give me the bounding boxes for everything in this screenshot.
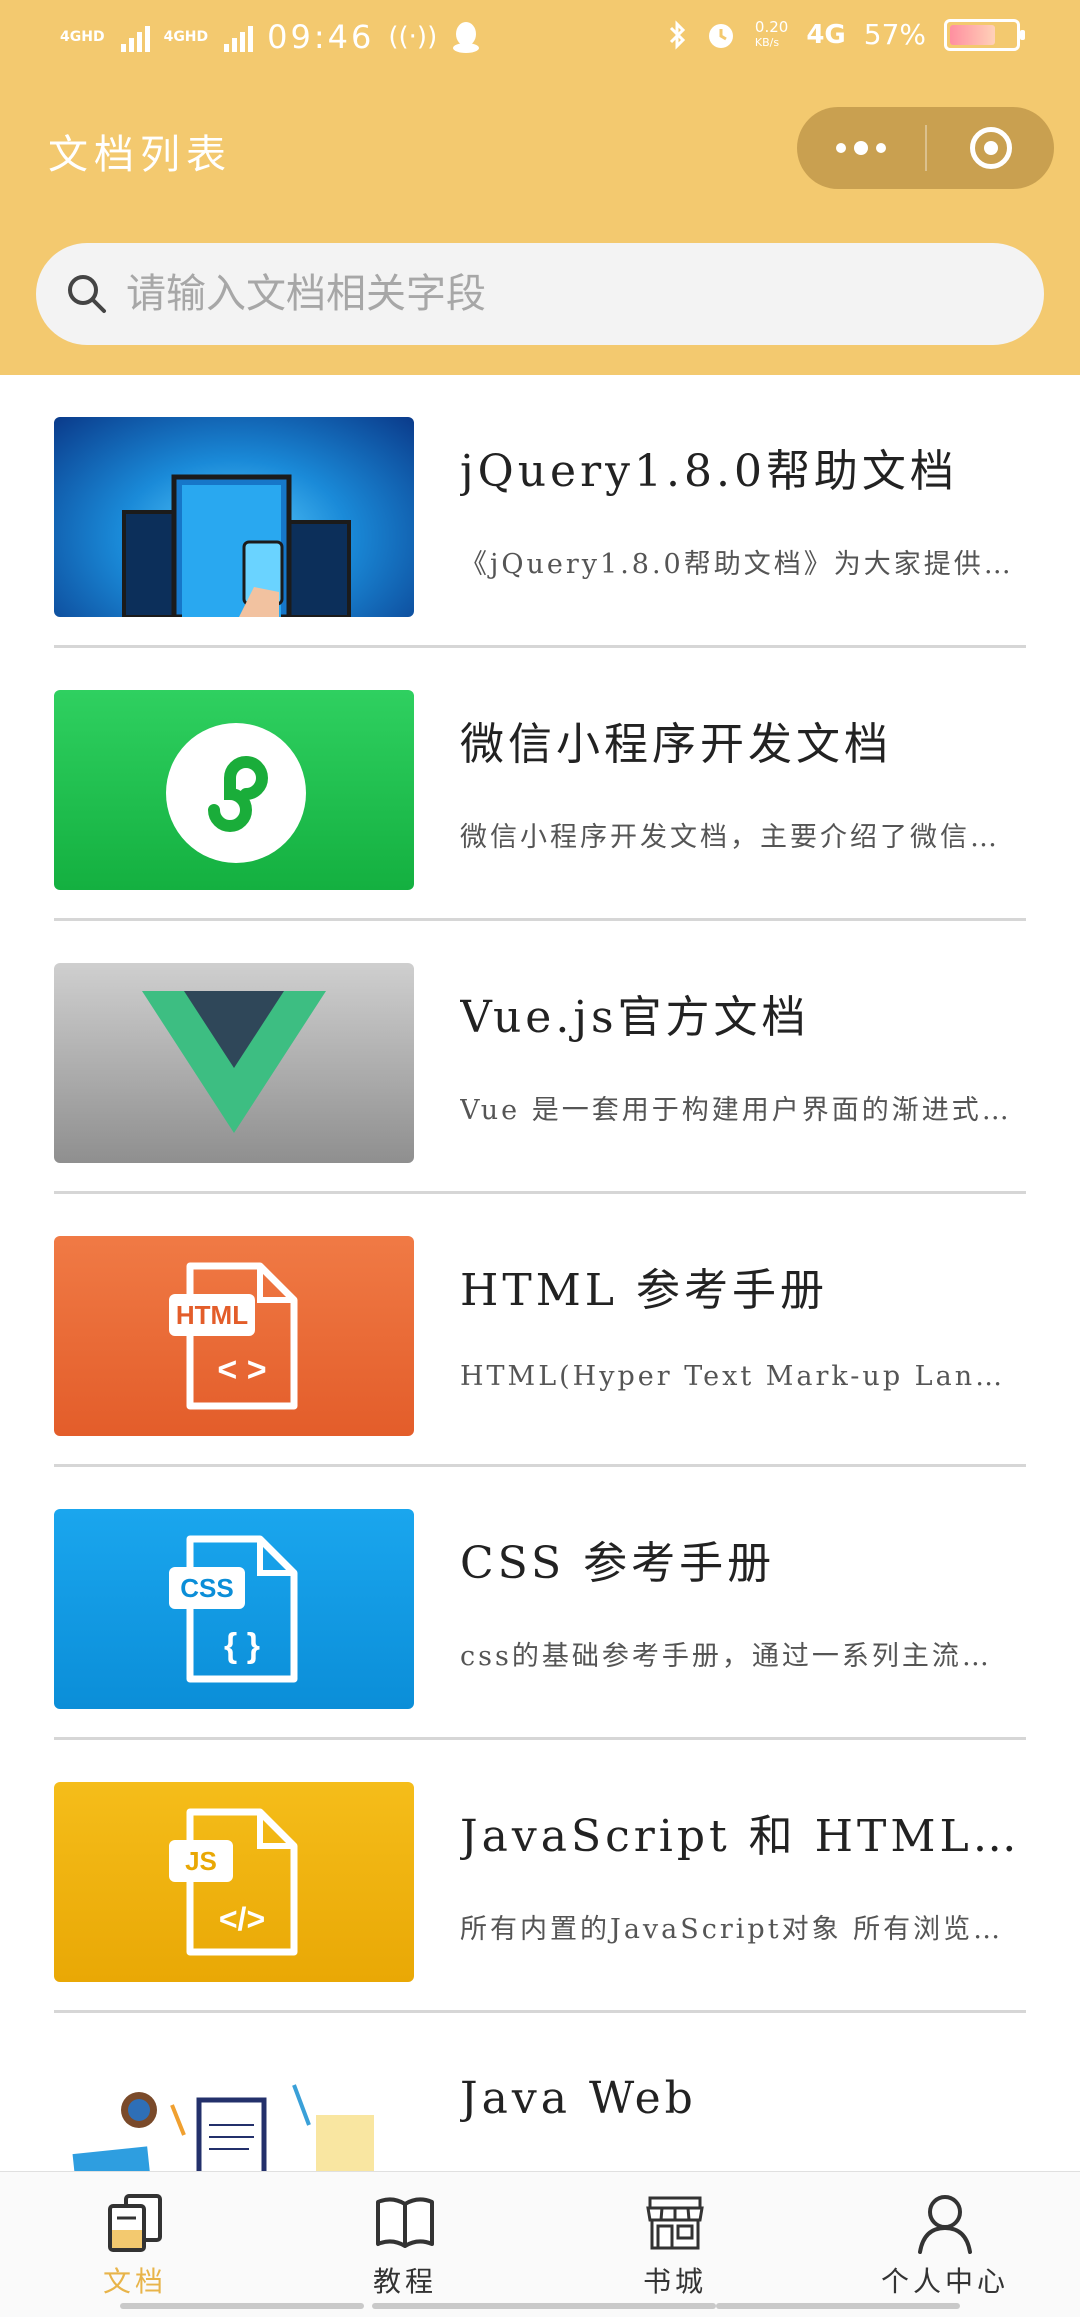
document-icon [108, 2194, 162, 2252]
speed-unit: KB/s [754, 35, 780, 49]
tab-profile[interactable]: 个人中心 [810, 2172, 1080, 2317]
target-icon [969, 127, 1012, 169]
page-title: 文档列表 [48, 132, 232, 178]
document-title: CSS 参考手册 [460, 1538, 776, 1589]
search-bar[interactable] [36, 243, 1044, 345]
network-label-1: 4GHD [60, 29, 105, 45]
thumbnail-tablet-devices [54, 417, 414, 617]
html-code: < > [217, 1351, 266, 1389]
list-item[interactable]: HTML < > HTML 参考手册 HTML(Hyper Text Mark-… [54, 1194, 1026, 1467]
vue-icon [142, 991, 326, 1133]
signal-icon [120, 22, 150, 52]
devices-illustration [122, 474, 351, 617]
document-description: 微信小程序开发文档，主要介绍了微信… [460, 822, 1000, 853]
document-description: 所有内置的JavaScript对象 所有浏览… [460, 1914, 1004, 1945]
js-code: </> [219, 1901, 265, 1937]
thumbnail-vue-logo [54, 963, 414, 1163]
list-item[interactable]: 微信小程序开发文档 微信小程序开发文档，主要介绍了微信… [54, 648, 1026, 921]
document-title: jQuery1.8.0帮助文档 [460, 446, 958, 497]
document-title: JavaScript 和 HTML DOM… [460, 1811, 1020, 1862]
speed-value: 0.20 [754, 17, 789, 36]
document-description: Vue 是一套用于构建用户界面的渐进式… [460, 1095, 1012, 1126]
tab-label: 文档 [102, 2265, 167, 2298]
close-button[interactable] [927, 127, 1054, 169]
signal-icon [224, 22, 254, 52]
mini-program-capsule [797, 107, 1054, 189]
bottom-tab-bar: 文档 教程 书城 个人中心 [0, 2171, 1080, 2317]
tab-label: 教程 [372, 2265, 437, 2298]
js-label: JS [185, 1846, 217, 1876]
battery-icon [944, 18, 1025, 51]
bluetooth-icon [669, 19, 686, 50]
alarm-icon [708, 23, 733, 48]
tab-label: 个人中心 [880, 2265, 1009, 2298]
person-icon [918, 2195, 972, 2254]
miniprogram-icon [166, 723, 306, 863]
document-title: Java Web [460, 2073, 697, 2124]
qq-icon [453, 22, 480, 53]
list-item[interactable]: JS </> JavaScript 和 HTML DOM… 所有内置的JavaS… [54, 1740, 1026, 2013]
status-right: 0.20 KB/s 4G 57% [667, 18, 1025, 51]
tab-bookstore[interactable]: 书城 [540, 2172, 810, 2317]
store-icon [646, 2196, 704, 2250]
status-time: 09:46 [267, 18, 375, 56]
network-label-2: 4GHD [163, 29, 209, 45]
document-title: 微信小程序开发文档 [460, 719, 892, 770]
tab-documents[interactable]: 文档 [0, 2172, 270, 2317]
more-button[interactable] [797, 107, 925, 189]
html-file-icon: HTML < > [169, 1262, 298, 1410]
document-description: HTML(Hyper Text Mark-up Language )… [460, 1361, 1012, 1392]
list-item[interactable]: Vue.js官方文档 Vue 是一套用于构建用户界面的渐进式… [54, 921, 1026, 1194]
thumbnail-css-file-icon: CSS { } [54, 1509, 414, 1709]
app-header: 4GHD 4GHD 09:46 ((·)) 0.20 KB/s 4G 57% 文… [0, 0, 1080, 375]
thumbnail-html-file-icon: HTML < > [54, 1236, 414, 1436]
book-icon [376, 2197, 434, 2248]
js-file-icon: JS </> [169, 1808, 298, 1956]
thumbnail-miniprogram-logo [54, 690, 414, 890]
tab-label: 书城 [642, 2265, 707, 2298]
tab-tutorials[interactable]: 教程 [270, 2172, 540, 2317]
document-title: HTML 参考手册 [460, 1265, 828, 1316]
document-description: css的基础参考手册，通过一系列主流… [460, 1641, 992, 1672]
html-label: HTML [176, 1300, 248, 1330]
list-item[interactable]: CSS { } CSS 参考手册 css的基础参考手册，通过一系列主流… [54, 1467, 1026, 1740]
network-label-3: 4G [806, 19, 846, 50]
vibrate-icon: ((·)) [388, 22, 438, 52]
search-input[interactable] [124, 270, 1008, 318]
thumbnail-js-file-icon: JS </> [54, 1782, 414, 1982]
document-title: Vue.js官方文档 [460, 992, 810, 1043]
css-code: { } [224, 1627, 260, 1665]
css-label: CSS [180, 1573, 233, 1603]
scroll-indicator [0, 2303, 1080, 2311]
search-icon [68, 275, 106, 313]
battery-percent: 57% [863, 18, 926, 51]
document-description: 《jQuery1.8.0帮助文档》为大家提供j… [460, 549, 1012, 580]
list-item[interactable]: jQuery1.8.0帮助文档 《jQuery1.8.0帮助文档》为大家提供j… [54, 375, 1026, 648]
status-bar: 4GHD 4GHD 09:46 ((·)) 0.20 KB/s 4G 57% [0, 0, 1080, 80]
network-speed: 0.20 KB/s [755, 19, 788, 51]
css-file-icon: CSS { } [169, 1535, 298, 1683]
status-left: 4GHD 4GHD 09:46 ((·)) [60, 18, 481, 56]
